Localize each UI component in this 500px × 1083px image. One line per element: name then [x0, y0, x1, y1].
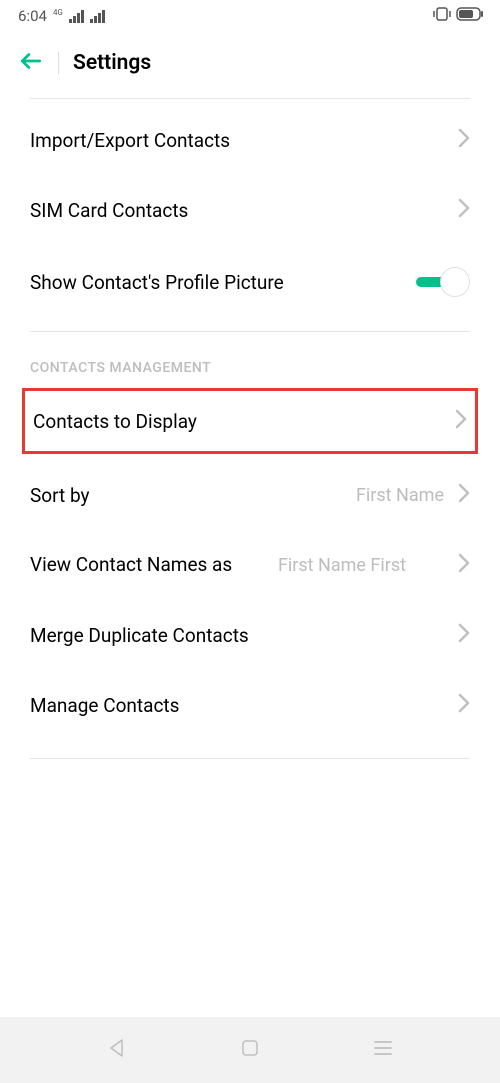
status-time: 6:04	[18, 7, 47, 25]
row-label: Manage Contacts	[30, 694, 458, 717]
back-arrow-icon[interactable]	[18, 48, 44, 78]
nav-recent-icon[interactable]	[372, 1037, 394, 1063]
app-header: Settings	[0, 30, 500, 98]
contacts-to-display-row[interactable]: Contacts to Display	[25, 391, 475, 451]
row-label: Merge Duplicate Contacts	[30, 624, 458, 647]
chevron-right-icon	[458, 693, 470, 717]
merge-duplicate-row[interactable]: Merge Duplicate Contacts	[0, 600, 500, 670]
vibrate-icon	[432, 6, 452, 26]
row-label: Sort by	[30, 484, 356, 507]
nav-back-icon[interactable]	[106, 1037, 128, 1063]
header-divider	[58, 52, 59, 74]
page-title: Settings	[73, 51, 151, 75]
row-label: Import/Export Contacts	[30, 129, 458, 152]
chevron-right-icon	[458, 623, 470, 647]
view-names-row[interactable]: View Contact Names as First Name First	[0, 530, 500, 600]
manage-contacts-row[interactable]: Manage Contacts	[0, 670, 500, 740]
chevron-right-icon	[458, 553, 470, 577]
sim-card-row[interactable]: SIM Card Contacts	[0, 175, 500, 245]
profile-picture-toggle[interactable]	[416, 267, 470, 297]
nav-home-icon[interactable]	[239, 1037, 261, 1063]
battery-icon	[456, 7, 484, 25]
row-label: Contacts to Display	[33, 410, 455, 433]
chevron-right-icon	[458, 128, 470, 152]
chevron-right-icon	[458, 198, 470, 222]
chevron-right-icon	[458, 483, 470, 507]
section-header: CONTACTS MANAGEMENT	[0, 332, 500, 384]
highlight-annotation: Contacts to Display	[22, 388, 478, 454]
nav-bar	[0, 1017, 500, 1083]
row-label: SIM Card Contacts	[30, 199, 458, 222]
divider	[30, 98, 470, 99]
signal-icon-2	[90, 9, 105, 23]
status-bar: 6:04 4G	[0, 0, 500, 30]
profile-picture-row: Show Contact's Profile Picture	[0, 245, 500, 319]
signal-icon-1	[69, 9, 84, 23]
sort-by-row[interactable]: Sort by First Name	[0, 460, 500, 530]
chevron-right-icon	[455, 409, 467, 433]
row-value: First Name First	[278, 555, 406, 576]
import-export-row[interactable]: Import/Export Contacts	[0, 105, 500, 175]
network-type: 4G	[53, 8, 63, 17]
row-label: Show Contact's Profile Picture	[30, 271, 416, 294]
row-label: View Contact Names as	[30, 552, 240, 578]
divider	[30, 758, 470, 759]
row-value: First Name	[356, 485, 444, 506]
